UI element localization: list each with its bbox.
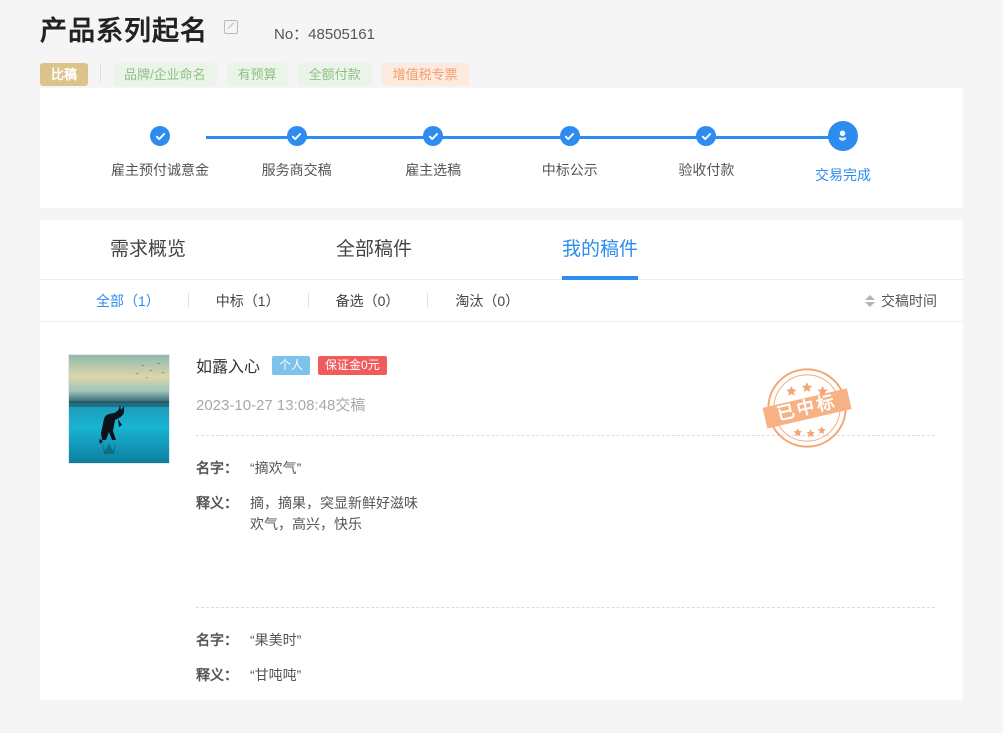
step-provider-submit[interactable]: 服务商交稿 [237,111,357,185]
filter-alternate[interactable]: 备选（0） [307,291,428,311]
entry-spacer [196,549,935,587]
step-employer-deposit[interactable]: 雇主预付诚意金 [100,111,220,185]
tab-my-submissions[interactable]: 我的稿件 [562,220,639,280]
step-label: 服务商交稿 [261,162,332,178]
sort-arrows-icon [865,294,875,307]
badge-account-type: 个人 [272,355,311,375]
check-icon [559,126,580,146]
entry-name-row: 名字： “果美时” [196,630,935,651]
badge-deposit: 保证金0元 [318,355,387,375]
entry-meaning-label: 释义： [196,495,238,511]
tag-vat-invoice: 增值税专票 [381,62,469,86]
step-accept-payment[interactable]: 验收付款 [646,111,766,185]
step-transaction-complete[interactable]: 交易完成 [783,111,903,185]
entry-meaning-value: 摘，摘果，突显新鲜好滋味 欢气，高兴，快乐 [250,493,418,535]
entry-meaning-row: 释义： 摘，摘果，突显新鲜好滋味 欢气，高兴，快乐 [196,493,935,535]
check-icon [423,126,444,146]
medal-icon [827,121,858,151]
tab-bar: 需求概览 全部稿件 我的稿件 [40,220,963,280]
order-number: No：48505161 [274,26,375,43]
tag-category: 品牌/企业命名 [113,62,217,86]
check-icon [150,126,170,146]
entry-meaning-label: 释义： [196,667,238,683]
entry-meaning-value: “甘吨吨” [250,667,302,683]
tag-row: 比稿 品牌/企业命名 有预算 全额付款 增值税专票 [40,62,1003,86]
filter-eliminated[interactable]: 淘汰（0） [427,291,547,311]
deer-silhouette-artwork [69,355,169,463]
tab-all-submissions[interactable]: 全部稿件 [336,220,412,280]
submission-body: 如露入心 个人 保证金0元 2023-10-27 13:08:48交稿 名字： … [196,354,935,700]
edit-square-icon[interactable] [224,20,238,34]
filter-won[interactable]: 中标（1） [187,291,308,311]
title-row: 产品系列起名 No：48505161 [40,14,1003,50]
entry-name-row: 名字： “摘欢气” [196,458,935,479]
entry-meaning-row: 释义： “甘吨吨” [196,665,935,686]
step-label: 验收付款 [678,162,735,178]
entry-meaning-line-1: 摘，摘果，突显新鲜好滋味 [250,495,418,511]
tag-has-budget: 有预算 [226,62,288,86]
entry-name-value: “摘欢气” [250,460,302,476]
filter-all[interactable]: 全部（1） [68,291,188,311]
filter-bar: 全部（1） 中标（1） 备选（0） 淘汰（0） 交稿时间 [40,280,963,322]
content-card: 需求概览 全部稿件 我的稿件 全部（1） 中标（1） 备选（0） 淘汰（0） 交… [40,220,963,700]
entry-name-label: 名字： [196,632,238,648]
check-icon [286,126,307,146]
step-label: 中标公示 [541,162,598,178]
submission-username[interactable]: 如露入心 [196,353,260,377]
step-label: 交易完成 [814,167,871,183]
progress-card: 雇主预付诚意金 服务商交稿 雇主选稿 中标公示 验收付款 交易完成 [40,88,963,208]
tag-separator [100,65,102,83]
submission-item: 如露入心 个人 保证金0元 2023-10-27 13:08:48交稿 名字： … [40,322,963,700]
tag-bidding-type: 比稿 [40,62,89,86]
tab-requirement-overview[interactable]: 需求概览 [110,220,186,280]
step-winner-announce[interactable]: 中标公示 [510,111,630,185]
won-bid-stamp: 已中标 [762,368,852,448]
sort-label: 交稿时间 [881,292,937,309]
entry-name-value: “果美时” [250,632,302,648]
entry-name-label: 名字： [196,460,238,476]
tag-full-payment: 全额付款 [297,62,372,86]
progress-stepper: 雇主预付诚意金 服务商交稿 雇主选稿 中标公示 验收付款 交易完成 [40,111,963,185]
step-employer-select[interactable]: 雇主选稿 [373,111,493,185]
entry-meaning-line-2: 欢气，高兴，快乐 [250,516,362,532]
step-label: 雇主选稿 [405,162,462,178]
sort-by-submit-time[interactable]: 交稿时间 [865,291,937,311]
page-title: 产品系列起名 [40,16,208,46]
check-icon [696,126,717,146]
page-header: 产品系列起名 No：48505161 比稿 品牌/企业命名 有预算 全额付款 增… [0,0,1003,88]
submission-thumbnail[interactable] [68,354,170,464]
step-label: 雇主预付诚意金 [111,162,209,178]
entry-2: 名字： “果美时” 释义： “甘吨吨” [196,608,935,686]
